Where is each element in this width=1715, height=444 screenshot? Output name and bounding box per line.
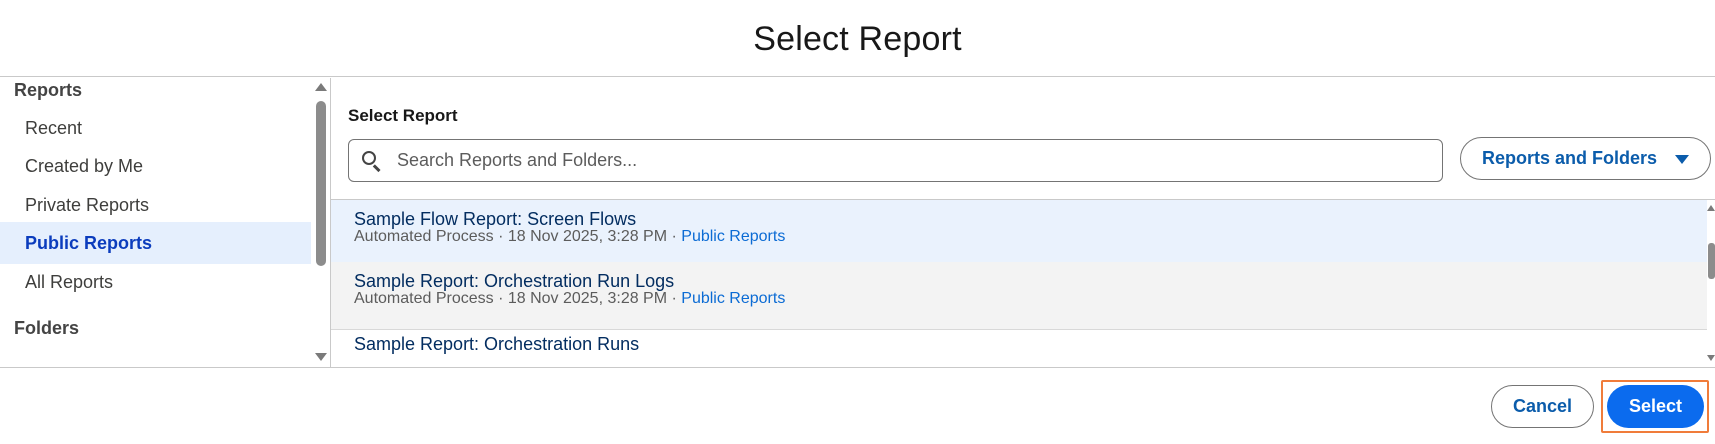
report-date: 18 Nov 2025, 3:28 PM (507, 228, 668, 245)
modal-title: Select Report (753, 19, 962, 58)
sidebar-item-private-reports[interactable]: Private Reports (0, 184, 311, 226)
sidebar-item-label: Private Reports (25, 194, 150, 215)
sidebar-item-created-by-me[interactable]: Created by Me (0, 145, 311, 187)
search-box[interactable] (348, 139, 1443, 182)
scroll-down-arrow-icon[interactable] (1707, 355, 1715, 361)
cancel-button[interactable]: Cancel (1491, 385, 1594, 428)
scrollbar-thumb[interactable] (316, 101, 326, 266)
sidebar: Reports Recent Created by Me Private Rep… (0, 78, 331, 367)
sidebar-item-recent[interactable]: Recent (0, 107, 311, 149)
scroll-up-arrow-icon[interactable] (315, 83, 327, 91)
sidebar-item-label: Created by Me (25, 155, 144, 176)
sidebar-item-all-reports[interactable]: All Reports (0, 261, 311, 303)
list-item[interactable]: Sample Flow Report: Screen Flows Automat… (331, 200, 1707, 268)
report-name: Sample Report: Orchestration Runs (354, 334, 640, 354)
list-item[interactable]: Sample Report: Orchestration Runs (331, 325, 1707, 367)
report-name: Sample Flow Report: Screen Flows (354, 209, 637, 229)
modal-header: Select Report (0, 0, 1715, 77)
scrollbar-thumb[interactable] (1708, 243, 1715, 279)
meta-separator: · (667, 228, 682, 245)
sidebar-scrollbar[interactable] (312, 78, 330, 367)
report-meta: Automated Process · 18 Nov 2025, 3:28 PM… (354, 290, 785, 308)
report-owner: Automated Process (354, 228, 494, 245)
caret-down-icon (1675, 155, 1690, 164)
meta-separator: · (667, 290, 682, 307)
dropdown-label: Reports and Folders (1481, 148, 1658, 168)
sidebar-item-public-reports[interactable]: Public Reports (0, 222, 311, 264)
folder-link[interactable]: Public Reports (681, 228, 785, 245)
select-button[interactable]: Select (1607, 385, 1704, 428)
reports-and-folders-dropdown[interactable]: Reports and Folders (1460, 137, 1711, 180)
sidebar-item-label: Public Reports (25, 232, 153, 253)
cancel-button-label: Cancel (1512, 396, 1573, 416)
report-date: 18 Nov 2025, 3:28 PM (507, 290, 668, 307)
select-button-label: Select (1628, 396, 1683, 416)
sidebar-item-label: Recent (25, 117, 83, 138)
sidebar-section-reports: Reports (14, 80, 83, 100)
list-item[interactable]: Sample Report: Orchestration Run Logs Au… (331, 262, 1707, 330)
search-input[interactable] (397, 150, 1397, 171)
scroll-down-arrow-icon[interactable] (315, 353, 327, 361)
scroll-up-arrow-icon[interactable] (1707, 205, 1715, 211)
folder-link[interactable]: Public Reports (681, 290, 785, 307)
report-name: Sample Report: Orchestration Run Logs (354, 271, 675, 291)
report-owner: Automated Process (354, 290, 494, 307)
list-scrollbar[interactable] (1707, 199, 1715, 367)
sidebar-item-label: All Reports (25, 271, 114, 292)
meta-separator: · (493, 228, 508, 245)
meta-separator: · (493, 290, 508, 307)
section-title: Select Report (348, 106, 458, 125)
report-meta: Automated Process · 18 Nov 2025, 3:28 PM… (354, 228, 785, 246)
report-list: Sample Flow Report: Screen Flows Automat… (331, 199, 1715, 367)
sidebar-section-folders: Folders (14, 318, 80, 338)
modal-footer: Cancel Select (0, 367, 1715, 444)
search-icon (361, 150, 383, 172)
